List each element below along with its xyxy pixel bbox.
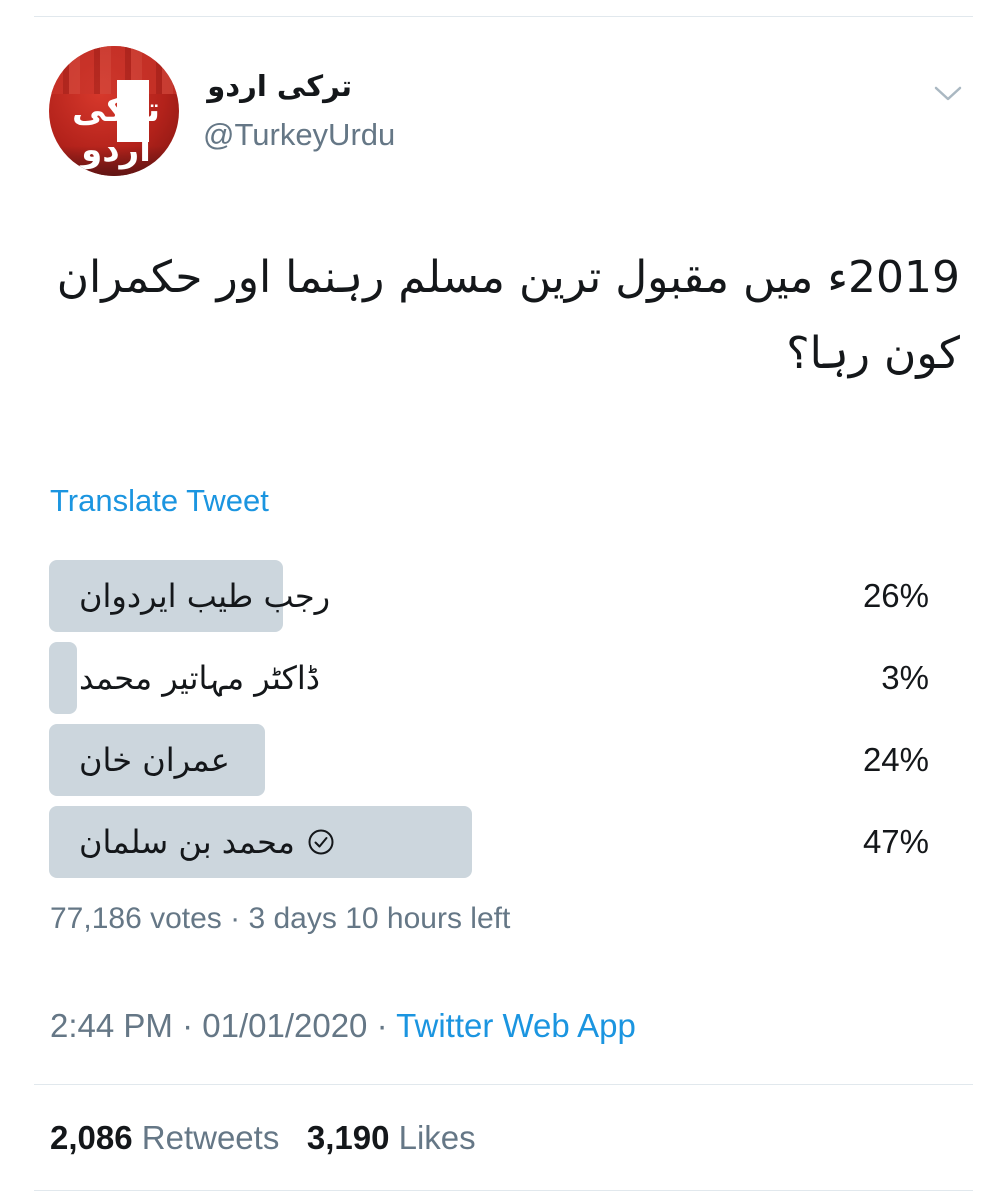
poll-option-text: ڈاکٹر مہاتیر محمد [79,659,320,697]
poll-option-label: ڈاکٹر مہاتیر محمد [79,642,320,714]
likes-count: 3,190 [306,1119,390,1156]
poll-option: رجب طیب ایردوان 26% [49,560,949,632]
poll-option-percent: 26% [862,577,929,614]
divider [34,1190,973,1191]
poll-meta: 77,186 votes · 3 days 10 hours left [50,900,510,938]
retweets-stat[interactable]: 2,086 Retweets [50,1119,289,1156]
user-handle[interactable]: @TurkeyUrdu [203,116,395,154]
avatar-logo: ترکی اردو [71,90,161,170]
likes-label: Likes [398,1119,476,1156]
chevron-down-icon[interactable] [933,80,963,106]
poll-option-percent: 3% [881,659,929,696]
tweet-date[interactable]: 01/01/2020 [202,1007,367,1044]
separator-dot: · [230,902,249,935]
poll-option: ڈاکٹر مہاتیر محمد 3% [49,642,949,714]
separator-dot: · [182,1007,203,1044]
likes-stat[interactable]: 3,190 Likes [307,1119,476,1156]
poll-option: محمد بن سلمان 47% [49,806,949,878]
poll-option-label: رجب طیب ایردوان [79,560,330,632]
retweets-label: Retweets [141,1119,280,1156]
avatar[interactable]: ترکی اردو [49,46,179,176]
poll-option-percent: 24% [862,741,929,778]
poll-option-text: رجب طیب ایردوان [79,577,331,615]
poll-bar [49,642,77,714]
engagement-stats: 2,086 Retweets 3,190 Likes [50,1118,476,1158]
time-left: 3 days 10 hours left [248,902,511,935]
avatar-background [49,46,179,94]
poll-option-text: عمران خان [79,741,230,779]
check-circle-icon [308,829,334,855]
display-name[interactable]: ترکی اردو [202,68,352,104]
source-link[interactable]: Twitter Web App [396,1007,636,1044]
tweet-time[interactable]: 2:44 PM [50,1007,173,1044]
poll: رجب طیب ایردوان 26% ڈاکٹر مہاتیر محمد 3%… [49,560,949,888]
separator-dot: · [376,1007,397,1044]
poll-option: عمران خان 24% [49,724,949,796]
timestamp-line: 2:44 PM · 01/01/2020 · Twitter Web App [50,1006,636,1046]
poll-option-label: عمران خان [79,724,230,796]
divider [34,1084,973,1085]
tweet-text: 2019ء میں مقبول ترین مسلم رہنما اور حکمر… [56,252,960,379]
poll-option-percent: 47% [862,823,929,860]
vote-count: 77,186 votes [50,902,222,935]
top-divider [34,16,973,17]
poll-option-label: محمد بن سلمان [79,806,335,878]
translate-tweet-link[interactable]: Translate Tweet [50,482,269,520]
poll-option-text: محمد بن سلمان [79,823,295,861]
retweets-count: 2,086 [50,1119,133,1156]
